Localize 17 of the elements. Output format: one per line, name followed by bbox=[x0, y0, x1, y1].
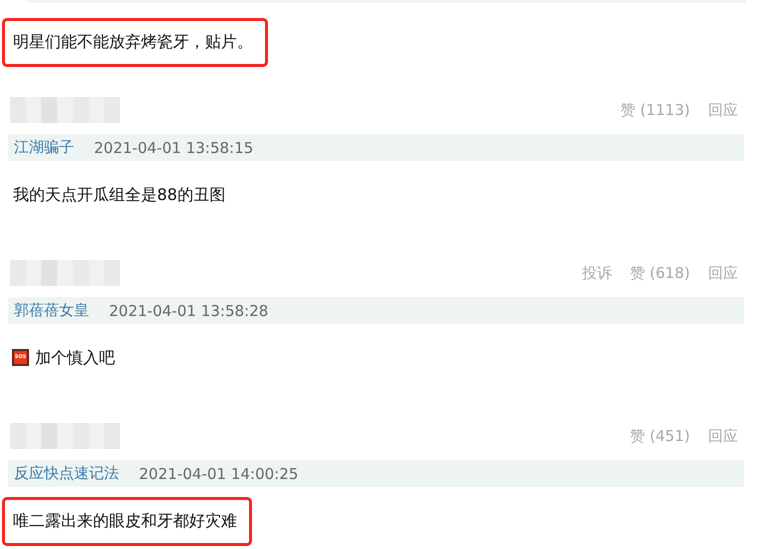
action-link[interactable]: 投诉 bbox=[582, 264, 612, 282]
action-link[interactable]: 回应 bbox=[708, 264, 738, 282]
action-link[interactable]: 回应 bbox=[708, 100, 738, 120]
comment-text: 我的天点开瓜组全是88的丑图 bbox=[12, 184, 226, 206]
comment-time: 2021-04-01 13:58:28 bbox=[109, 302, 268, 320]
author-link[interactable]: 郭蓓蓓女皇 bbox=[14, 301, 89, 320]
comment-text: 唯二露出来的眼皮和牙都好灾难 bbox=[2, 497, 252, 546]
action-link[interactable]: 赞 (1113) bbox=[620, 100, 690, 120]
comment-time: 2021-04-01 14:00:25 bbox=[139, 464, 298, 482]
author-link[interactable]: 反应快点速记法 bbox=[14, 464, 119, 483]
comment-time: 2021-04-01 13:58:15 bbox=[94, 138, 254, 156]
action-link[interactable]: 赞 (451) bbox=[630, 426, 690, 446]
author-link[interactable]: 江湖骗子 bbox=[14, 138, 74, 157]
action-link[interactable]: 回应 bbox=[708, 426, 738, 446]
comment-text: 加个慎入吧 bbox=[34, 347, 116, 369]
comment-text: 明星们能不能放弃烤瓷牙，贴片。 bbox=[2, 18, 268, 67]
action-link[interactable]: 赞 (618) bbox=[630, 264, 690, 282]
